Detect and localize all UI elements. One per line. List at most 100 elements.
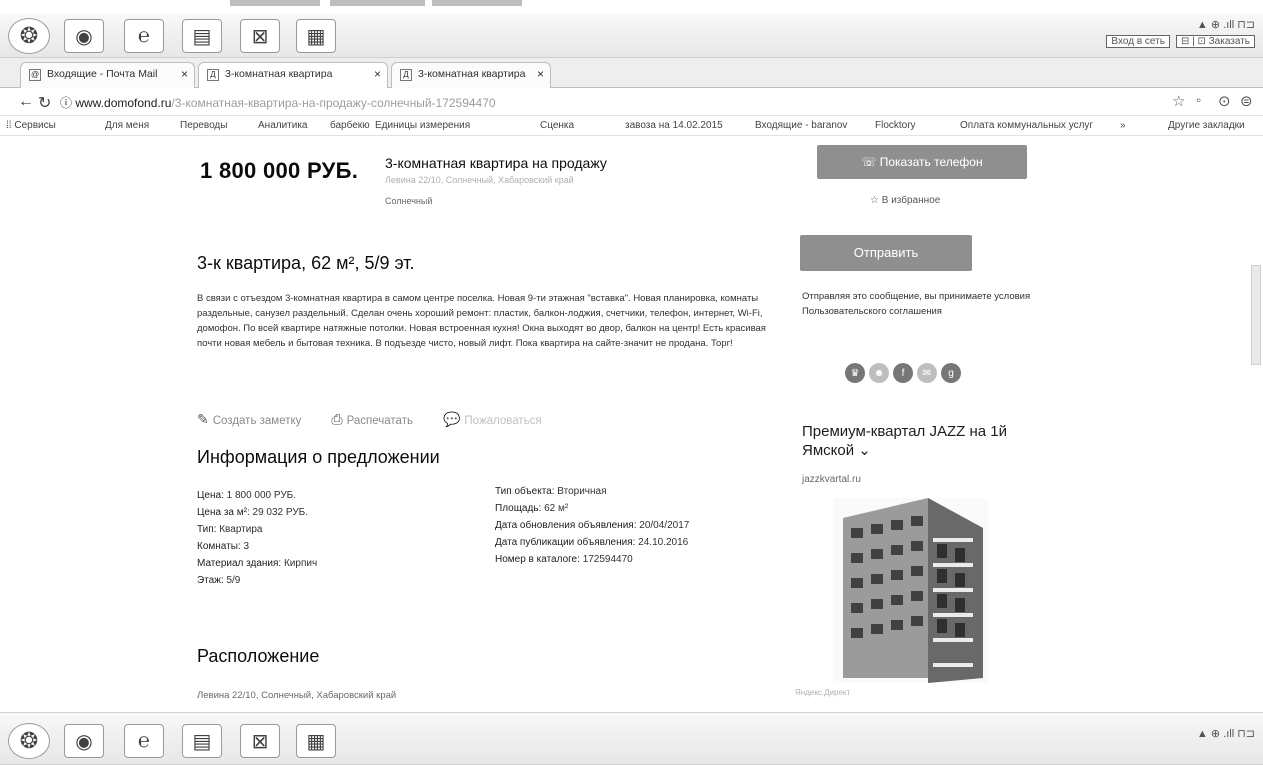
system-tray-bottom: ▲ ⊕ .ıll ⊓⊐ <box>1197 727 1255 740</box>
bookmark-item[interactable]: Оплата коммунальных услуг <box>960 120 1093 131</box>
ad-domain[interactable]: jazzkvartal.ru <box>802 474 861 485</box>
info-heading: Информация о предложении <box>197 447 440 467</box>
ie-taskbar-button[interactable]: ℮ <box>124 19 164 53</box>
create-note-link[interactable]: ✎ Создать заметку <box>197 411 301 428</box>
info-row: Тип: Квартира <box>197 524 263 535</box>
tab-mail[interactable]: @ Входящие - Почта Mail × <box>20 62 195 88</box>
taskbar-bottom: ❂ ◉ ℮ ▤ ⊠ ▦ ▲ ⊕ .ıll ⊓⊐ <box>0 712 1263 765</box>
back-arrow-icon[interactable]: ← <box>18 93 34 111</box>
mail-favicon-icon: @ <box>29 69 41 81</box>
start-button[interactable]: ❂ <box>8 723 50 759</box>
menu-icon[interactable]: ⊜ <box>1240 92 1253 110</box>
info-row: Площадь: 62 м² <box>495 503 569 514</box>
excel-taskbar-button[interactable]: ⊠ <box>240 19 280 53</box>
domofond-favicon-icon: Д <box>400 69 412 81</box>
info-row: Дата публикации объявления: 24.10.2016 <box>495 537 689 548</box>
chrome-icon: ◉ <box>75 730 93 753</box>
excel-icon: ⊠ <box>251 25 269 48</box>
listing-city: Солнечный <box>385 196 433 206</box>
ie-taskbar-button[interactable]: ℮ <box>124 724 164 758</box>
bookmarks-bar: ⁞⁞ Сервисы Для меня Переводы Аналитика б… <box>0 116 1263 136</box>
tab-label: Входящие - Почта Mail <box>47 68 158 80</box>
show-phone-button[interactable]: ☏ Показать телефон <box>817 145 1027 179</box>
send-button[interactable]: Отправить <box>800 235 972 271</box>
url-field[interactable]: ⓘ www.domofond.ru/3-комнатная-квартира-н… <box>60 94 496 111</box>
taskbar-top: ❂ ◉ ℮ ▤ ⊠ ▦ ▲ ⊕ .ıll ⊓⊐ Вход в сеть ⊟ | … <box>0 14 1263 58</box>
tab-label: 3-комнатная квартира <box>418 68 526 80</box>
listing-title: 3-комнатная квартира на продажу <box>385 155 607 171</box>
tray-button-login[interactable]: Вход в сеть <box>1106 35 1170 48</box>
extension-icon[interactable]: ◦ <box>1196 92 1201 109</box>
tab-listing-active[interactable]: Д 3-комнатная квартира × <box>198 62 388 88</box>
info-icon: ⓘ <box>60 96 76 110</box>
listing-description: В связи с отъездом 3-комнатная квартира … <box>197 293 766 349</box>
location-address: Левина 22/10, Солнечный, Хабаровский кра… <box>197 690 397 701</box>
folder-icon: ▤ <box>192 730 212 753</box>
listing-actions: ✎ Создать заметку ⎙ Распечатать 💬 Пожаловат… <box>197 411 542 428</box>
excel-icon: ⊠ <box>251 730 269 753</box>
info-row: Материал здания: Кирпич <box>197 558 318 569</box>
page-scrollbar[interactable] <box>1251 265 1261 365</box>
chrome-icon: ◉ <box>75 25 93 48</box>
bookmark-other[interactable]: Другие закладки <box>1168 120 1245 131</box>
bookmark-item[interactable]: Аналитика <box>258 120 308 131</box>
top-edge-mark <box>432 0 522 6</box>
chrome-taskbar-button[interactable]: ◉ <box>64 724 104 758</box>
explorer-taskbar-button[interactable]: ▤ <box>182 19 222 53</box>
info-row: Цена: 1 800 000 РУБ. <box>197 490 297 501</box>
bookmark-item[interactable]: Для меня <box>105 120 149 131</box>
bookmark-item[interactable]: ⁞⁞ Сервисы <box>6 120 56 131</box>
tab-listing-2[interactable]: Д 3-комнатная квартира × <box>391 62 551 88</box>
info-row: Тип объекта: Вторичная <box>495 486 607 497</box>
location-heading: Расположение <box>197 646 320 666</box>
mailru-icon[interactable]: ☻ <box>869 363 889 383</box>
word-icon: ▦ <box>306 25 326 48</box>
ad-title-link[interactable]: Премиум-квартал JAZZ на 1й Ямской ⌄ <box>802 422 1052 460</box>
tab-close-icon[interactable]: × <box>181 67 188 81</box>
word-taskbar-button[interactable]: ▦ <box>296 724 336 758</box>
info-row: Номер в каталоге: 172594470 <box>495 554 633 565</box>
browser-tab-strip: @ Входящие - Почта Mail × Д 3-комнатная … <box>0 58 1263 88</box>
tab-close-icon[interactable]: × <box>374 67 381 81</box>
ad-source-label: Яндекс.Директ <box>795 688 851 697</box>
tray-button-window[interactable]: ⊟ | ⊡ Заказать <box>1175 35 1255 48</box>
extension-icon[interactable]: ⊙ <box>1218 92 1231 110</box>
email-icon[interactable]: ✉ <box>917 363 937 383</box>
bookmark-item[interactable]: Переводы <box>180 120 227 131</box>
bookmark-star-icon[interactable]: ☆ <box>1172 92 1185 110</box>
bookmark-item[interactable]: Сценка <box>540 120 574 131</box>
bookmark-overflow[interactable]: » <box>1120 120 1126 131</box>
windows-logo-icon: ❂ <box>19 728 39 753</box>
bookmark-item[interactable]: барбекю <box>330 120 370 131</box>
reload-icon[interactable]: ↻ <box>38 93 51 113</box>
info-left-column: Цена: 1 800 000 РУБ. Цена за м²: 29 032 … <box>197 487 317 589</box>
favorite-link[interactable]: ☆ В избранное <box>870 195 940 206</box>
start-button[interactable]: ❂ <box>8 18 50 54</box>
print-link[interactable]: ⎙ Распечатать <box>331 411 413 428</box>
speech-bubble-icon: 💬 <box>442 411 461 427</box>
social-share: ♛ ☻ f ✉ g <box>845 363 961 383</box>
odnoklassniki-icon[interactable]: ♛ <box>845 363 865 383</box>
word-taskbar-button[interactable]: ▦ <box>296 19 336 53</box>
facebook-icon[interactable]: f <box>893 363 913 383</box>
google-plus-icon[interactable]: g <box>941 363 961 383</box>
pencil-icon: ✎ <box>197 411 209 427</box>
listing-price: 1 800 000 РУБ. <box>200 158 359 183</box>
excel-taskbar-button[interactable]: ⊠ <box>240 724 280 758</box>
info-row: Комнаты: 3 <box>197 541 250 552</box>
listing-address: Левина 22/10, Солнечный, Хабаровский кра… <box>385 175 574 185</box>
ie-icon: ℮ <box>137 729 150 752</box>
bookmark-item[interactable]: завоза на 14.02.2015 <box>625 120 723 131</box>
ad-building-image[interactable] <box>833 498 988 683</box>
bookmark-item[interactable]: Единицы измерения <box>375 120 470 131</box>
info-right-column: Тип объекта: Вторичная Площадь: 62 м² Да… <box>495 483 689 568</box>
explorer-taskbar-button[interactable]: ▤ <box>182 724 222 758</box>
chrome-taskbar-button[interactable]: ◉ <box>64 19 104 53</box>
top-edge-mark <box>230 0 320 6</box>
tab-close-icon[interactable]: × <box>537 67 544 81</box>
complain-link[interactable]: 💬 Пожаловаться <box>443 411 542 428</box>
tray-status-icons: ▲ ⊕ .ıll ⊓⊐ <box>1196 728 1255 740</box>
bookmark-item[interactable]: Flocktory <box>875 120 916 131</box>
bookmark-item[interactable]: Входящие - baranov <box>755 120 847 131</box>
info-row: Этаж: 5/9 <box>197 575 241 586</box>
